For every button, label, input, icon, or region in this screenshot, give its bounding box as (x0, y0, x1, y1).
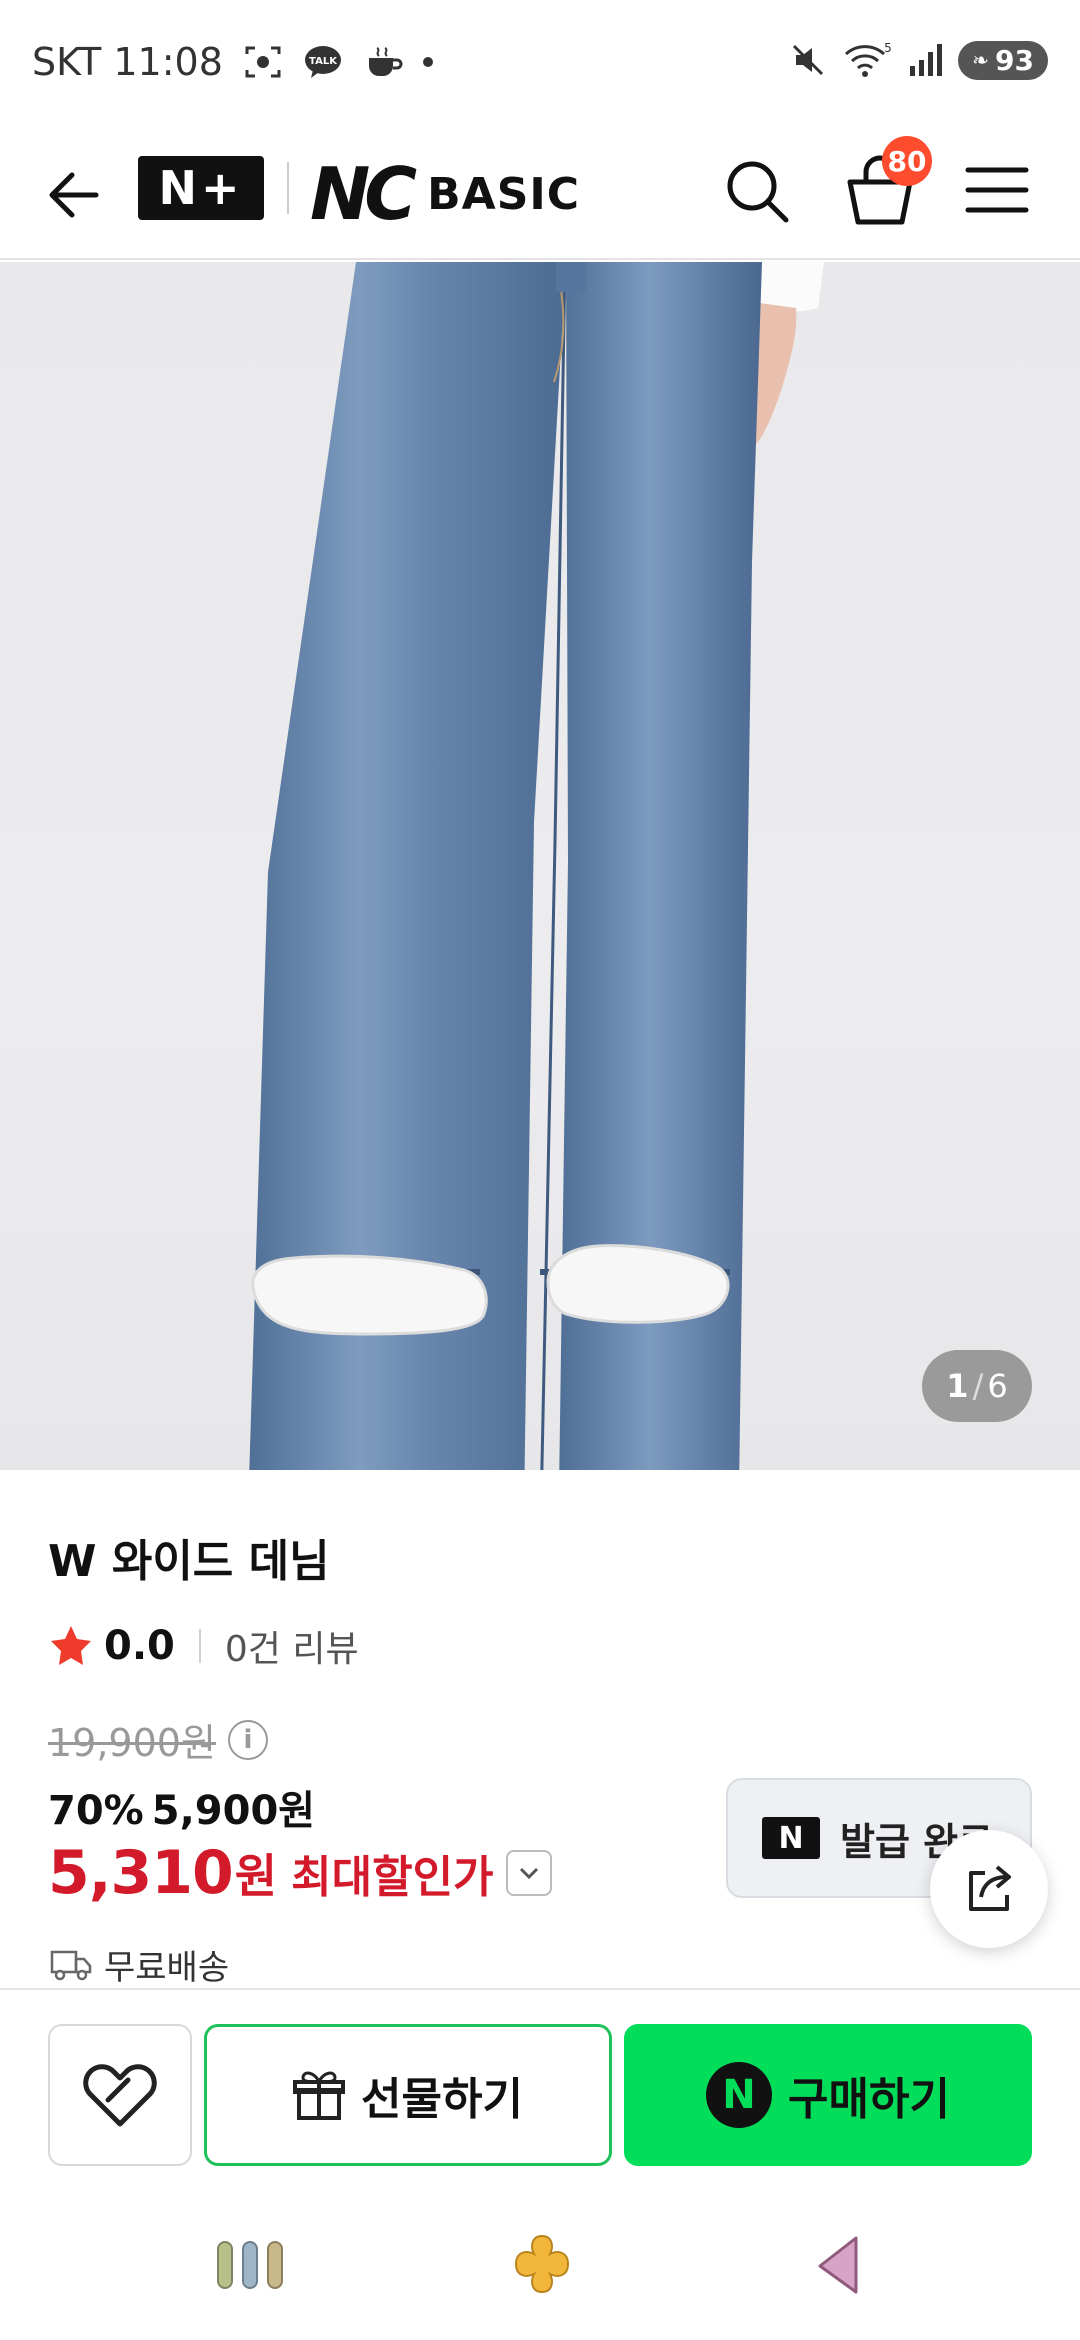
image-total: 6 (987, 1367, 1008, 1405)
svg-text:5: 5 (884, 41, 892, 55)
image-current: 1 (946, 1367, 969, 1405)
naver-n-coupon-icon: N (762, 1817, 820, 1859)
gift-label: 선물하기 (361, 2074, 523, 2125)
brand-basic-text: BASIC (427, 168, 581, 220)
coffee-icon (368, 47, 403, 76)
max-discount-price: 5,310 (48, 1838, 234, 1908)
shipping-label: 무료배송 (104, 1948, 230, 1988)
product-image-carousel[interactable] (0, 262, 1080, 1470)
carrier-time: SKT 11:08 (32, 40, 223, 84)
system-navigation-bar (0, 2190, 1080, 2340)
bottom-action-bar: 선물하기 N 구매하기 (0, 1988, 1080, 2188)
cart-count-badge: 80 (882, 136, 932, 186)
kakaotalk-icon: TALK (304, 46, 341, 78)
logo-divider (287, 162, 289, 214)
rating-row[interactable]: 0.0 0건 리뷰 (48, 1620, 359, 1672)
naver-pay-icon: N (706, 2062, 773, 2128)
buy-button[interactable]: N 구매하기 (624, 2024, 1032, 2166)
recent-apps-icon[interactable] (210, 2230, 290, 2300)
info-icon[interactable]: i (227, 1719, 268, 1760)
hamburger-menu-icon[interactable] (962, 160, 1032, 220)
gift-icon (293, 2071, 346, 2120)
gift-button[interactable]: 선물하기 (204, 2024, 612, 2166)
shipping-row: 무료배송 (50, 1940, 229, 1989)
battery-indicator: ❧ 93 (958, 40, 1048, 80)
notification-dot-icon (422, 57, 433, 67)
rating-value: 0.0 (104, 1623, 175, 1669)
max-discount-row: 5,310 원 최대할인가 (48, 1838, 552, 1908)
product-name: W 와이드 데님 (48, 1536, 330, 1587)
signal-icon (910, 44, 943, 76)
image-counter: 1 / 6 (922, 1350, 1032, 1422)
product-photo (249, 262, 824, 1470)
svg-text:TALK: TALK (309, 56, 338, 67)
max-discount-currency: 원 (234, 1849, 278, 1903)
app-header: N+ NC BASIC 80 (0, 130, 1080, 260)
status-right: 5 ❧ 93 (788, 40, 1048, 80)
star-icon (51, 1626, 91, 1665)
mute-icon (793, 44, 824, 76)
screenshot-icon (245, 46, 281, 78)
wishlist-button[interactable] (48, 2024, 192, 2166)
brand-nc-text: NC (310, 152, 417, 236)
original-price-row: 19,900원 i (48, 1712, 268, 1767)
status-left: SKT 11:08 TALK (32, 40, 433, 84)
max-discount-label: 최대할인가 (291, 1852, 494, 1903)
nplus-logo[interactable]: N+ (138, 156, 264, 220)
brand-logo[interactable]: NC BASIC (310, 158, 580, 230)
heart-outline-icon (83, 2064, 157, 2127)
back-arrow-icon[interactable] (40, 160, 110, 230)
share-button[interactable] (930, 1830, 1048, 1948)
truck-icon (50, 1950, 92, 1980)
review-count[interactable]: 0건 리뷰 (225, 1620, 359, 1672)
battery-level: 93 (995, 43, 1034, 77)
rating-divider (198, 1629, 201, 1663)
sale-price: 5,900원 (151, 1788, 316, 1834)
leaf-icon: ❧ (972, 48, 990, 72)
search-icon[interactable] (720, 154, 792, 226)
home-icon[interactable] (502, 2230, 582, 2300)
wifi-icon: 5 (845, 41, 892, 77)
buy-label: 구매하기 (788, 2074, 950, 2125)
status-bar: SKT 11:08 TALK 5 ❧ 93 (0, 0, 1080, 130)
sale-price-row: 70% 5,900원 (48, 1778, 315, 1836)
discount-rate: 70% (48, 1788, 144, 1834)
original-price: 19,900원 (48, 1721, 216, 1765)
image-separator: / (972, 1367, 984, 1405)
share-icon (969, 1865, 1011, 1911)
chevron-down-icon[interactable] (505, 1850, 552, 1896)
back-triangle-icon[interactable] (800, 2230, 880, 2300)
